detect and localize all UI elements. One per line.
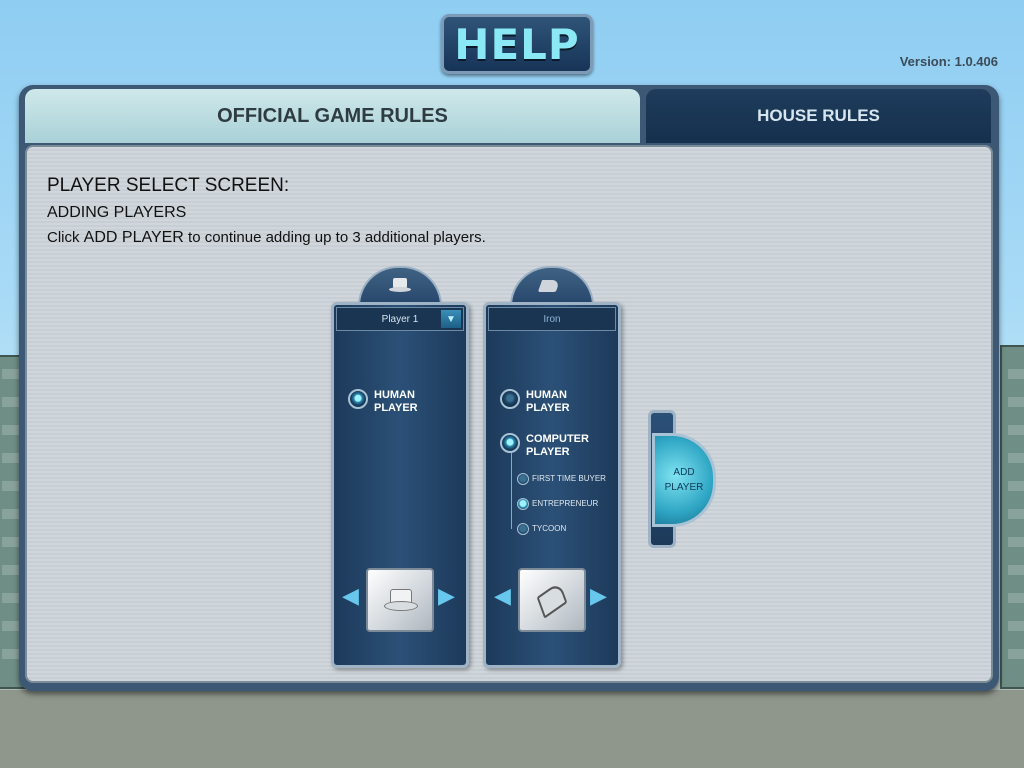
background-building-right	[1000, 345, 1024, 689]
rules-description: Click ADD PLAYER to continue adding up t…	[47, 229, 486, 247]
human-player-radio[interactable]	[500, 389, 520, 409]
computer-label-line2: PLAYER	[526, 446, 570, 458]
help-title: HELP	[441, 14, 593, 74]
player-card-2: Iron HUMAN PLAYER COMPUTER PLAYER FIRST …	[483, 302, 621, 668]
human-label-line2: PLAYER	[374, 402, 418, 414]
difficulty-radio-first-time-buyer[interactable]	[517, 473, 529, 485]
top-hat-icon	[389, 278, 411, 294]
computer-label-line1: COMPUTER	[526, 433, 589, 445]
tab-house-rules[interactable]: HOUSE RULES	[646, 89, 991, 143]
computer-player-radio[interactable]	[500, 433, 520, 453]
computer-player-label: COMPUTER PLAYER	[526, 433, 589, 459]
next-token-arrow[interactable]: ▶	[438, 584, 455, 609]
token-iron[interactable]	[518, 568, 586, 632]
rules-heading: PLAYER SELECT SCREEN:	[47, 175, 290, 196]
ground	[0, 690, 1024, 768]
token-top-hat[interactable]	[366, 568, 434, 632]
human-player-radio[interactable]	[348, 389, 368, 409]
top-hat-icon	[384, 589, 418, 611]
human-player-label: HUMAN PLAYER	[526, 389, 570, 415]
rules-subheading: ADDING PLAYERS	[47, 204, 187, 221]
version-label: Version: 1.0.406	[899, 54, 998, 69]
rules-text-suffix: to continue adding up to 3 additional pl…	[183, 229, 486, 246]
iron-icon	[536, 581, 568, 619]
player-name: Player 1	[381, 313, 419, 325]
difficulty-radio-tycoon[interactable]	[517, 523, 529, 535]
rules-text-prefix: Click	[47, 229, 84, 246]
human-label-line2: PLAYER	[526, 402, 570, 414]
player-name-dropdown[interactable]: Player 1 ▼	[336, 307, 464, 331]
human-player-label: HUMAN PLAYER	[374, 389, 418, 415]
tab-official-game-rules[interactable]: OFFICIAL GAME RULES	[25, 89, 640, 143]
iron-icon	[537, 280, 561, 292]
add-player-label-line1: ADD	[673, 467, 695, 478]
human-label-line1: HUMAN	[526, 389, 567, 401]
next-token-arrow[interactable]: ▶	[590, 584, 607, 609]
difficulty-label-first-time-buyer: FIRST TIME BUYER	[532, 474, 606, 483]
difficulty-label-entrepreneur: ENTREPRENEUR	[532, 499, 599, 508]
add-player-label-line2: PLAYER	[664, 482, 704, 493]
difficulty-tree-line	[511, 453, 512, 529]
player-name: Iron	[543, 313, 561, 325]
chevron-down-icon[interactable]: ▼	[441, 310, 461, 328]
player-name-field[interactable]: Iron	[488, 307, 616, 331]
previous-token-arrow[interactable]: ◀	[494, 584, 511, 609]
previous-token-arrow[interactable]: ◀	[342, 584, 359, 609]
rules-text-emphasis: ADD PLAYER	[83, 229, 184, 246]
human-label-line1: HUMAN	[374, 389, 415, 401]
difficulty-radio-entrepreneur[interactable]	[517, 498, 529, 510]
difficulty-label-tycoon: TYCOON	[532, 524, 567, 533]
player-card-1: Player 1 ▼ HUMAN PLAYER ◀ ▶	[331, 302, 469, 668]
